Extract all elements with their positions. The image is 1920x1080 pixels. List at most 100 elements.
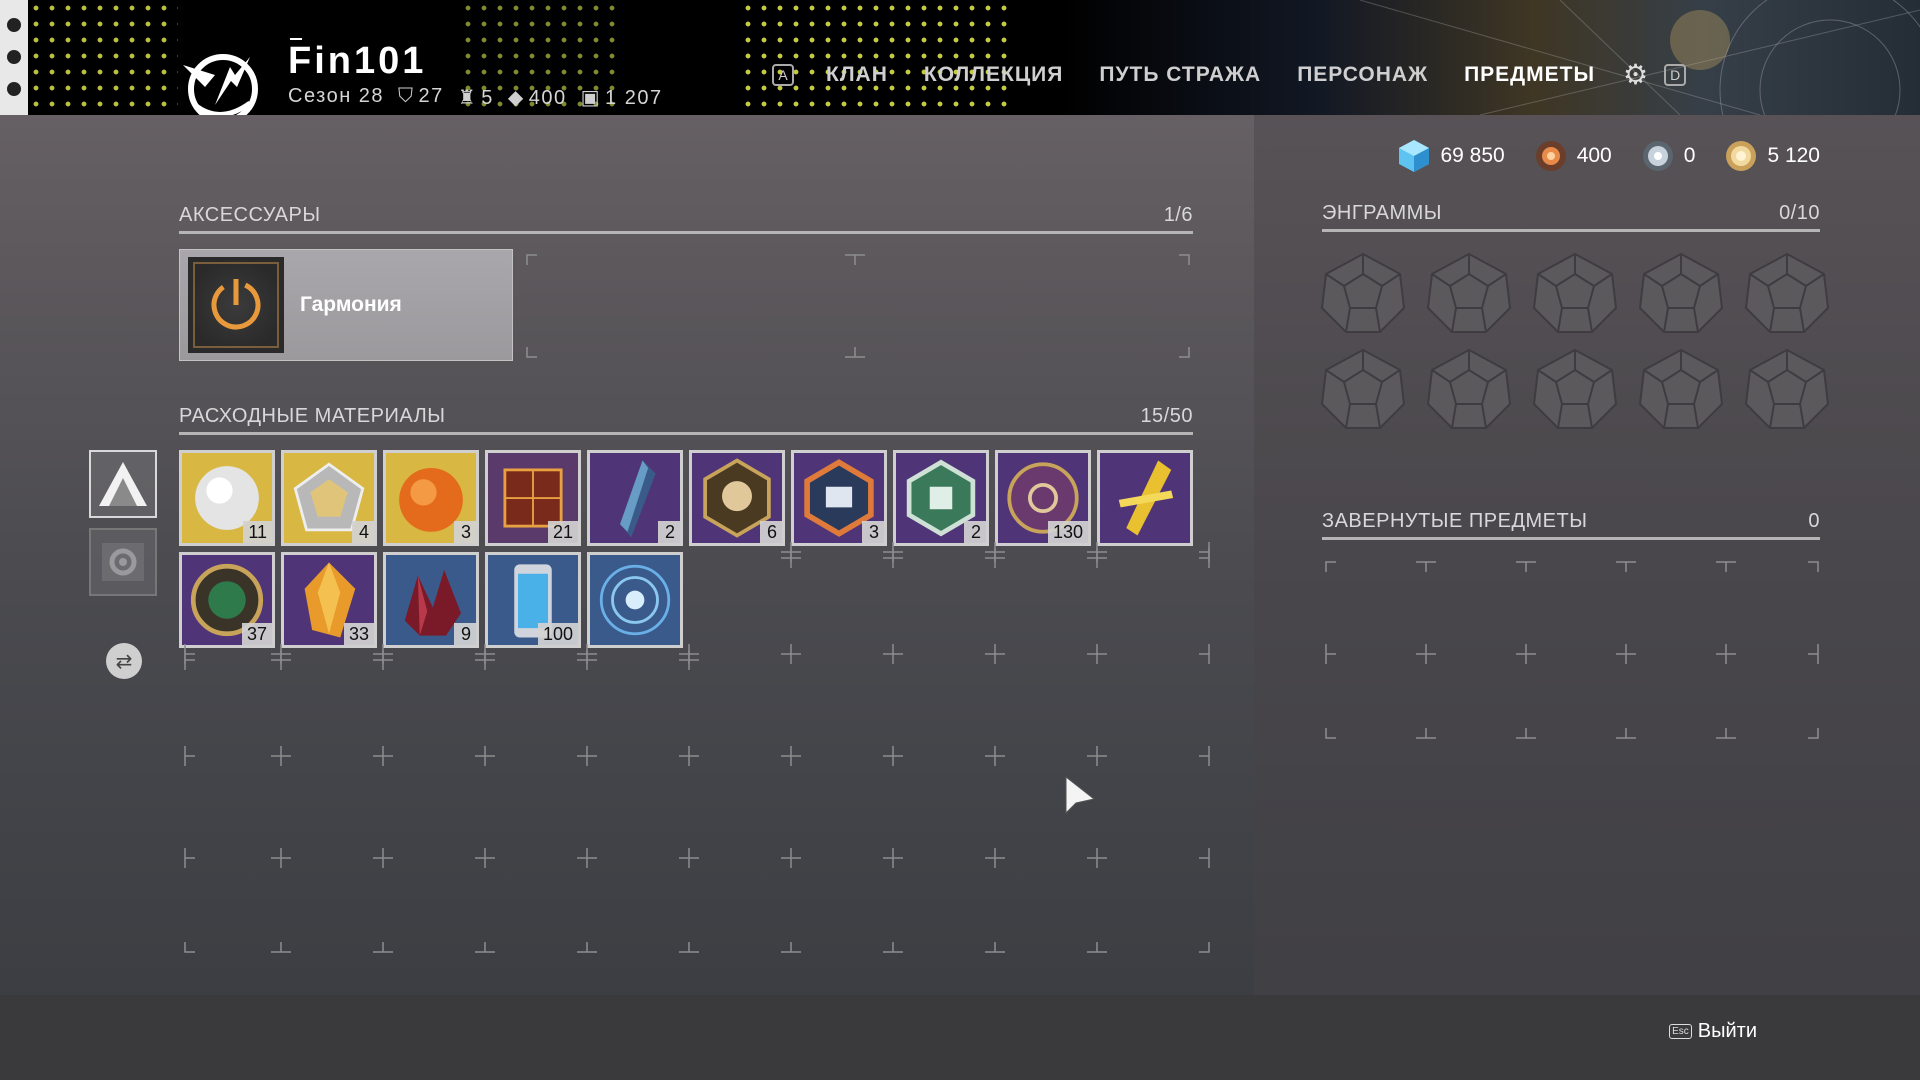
slot-corner-mark — [679, 848, 699, 868]
consumable-item[interactable] — [1097, 450, 1193, 546]
collection-score: ▣ 1 207 — [580, 87, 663, 109]
engram-icon — [1638, 348, 1724, 429]
slot-corner-mark — [271, 848, 291, 868]
engram-slot[interactable] — [1532, 348, 1618, 430]
tab-character[interactable]: ПЕРСОНАЖ — [1279, 63, 1446, 87]
slot-corner-mark — [1087, 942, 1107, 953]
power-icon: ◆ — [507, 87, 525, 109]
side-strip — [0, 0, 28, 115]
nav-prev-key[interactable]: A — [772, 63, 794, 86]
slot-corner-mark — [883, 942, 903, 953]
gold-coin-icon — [1726, 141, 1757, 171]
slot-corner-mark — [1716, 644, 1736, 664]
slot-corner-mark — [1325, 728, 1336, 739]
slot-corner-mark — [526, 254, 537, 265]
consumables-count: 15/50 — [1140, 405, 1193, 427]
slot-corner-mark — [1199, 548, 1210, 568]
engrams-title: ЭНГРАММЫ — [1322, 202, 1443, 224]
season-label: Сезон 28 — [288, 85, 385, 107]
slot-corner-mark — [781, 942, 801, 953]
engram-slot[interactable] — [1638, 348, 1724, 430]
item-count: 6 — [760, 521, 782, 543]
tab-clan[interactable]: КЛАН — [808, 63, 906, 87]
slot-corner-mark — [883, 848, 903, 868]
slot-corner-mark — [1199, 942, 1210, 953]
item-count: 33 — [343, 623, 374, 645]
slot-corner-mark — [475, 848, 495, 868]
transfer-icon[interactable]: ⇄ — [106, 643, 142, 679]
item-count: 11 — [243, 521, 272, 543]
slot-corner-mark — [781, 746, 801, 766]
slot-corner-mark — [1808, 728, 1819, 739]
item-count: 100 — [537, 623, 578, 645]
accessories-header: АКСЕССУАРЫ 1/6 — [179, 204, 1193, 234]
item-count: 2 — [658, 521, 680, 543]
item-count: 4 — [352, 521, 374, 543]
currency-glimmer: 69 850 — [1396, 138, 1505, 174]
consumable-item[interactable]: 21 — [485, 450, 581, 546]
engram-slot[interactable] — [1744, 252, 1830, 334]
slot-corner-mark — [883, 746, 903, 766]
player-stats: Сезон 28 ⛉ 27 ♜ 5 ◆ 400 ▣ 1 207 — [288, 85, 663, 110]
accessory-item[interactable]: Гармония — [179, 249, 513, 361]
engram-slot[interactable] — [1744, 348, 1830, 430]
slot-corner-mark — [1808, 561, 1819, 572]
item-count: 130 — [1047, 521, 1088, 543]
slot-corner-mark — [883, 644, 903, 664]
slot-corner-mark — [475, 942, 495, 953]
consumables-title: РАСХОДНЫЕ МАТЕРИАЛЫ — [179, 405, 446, 427]
engram-slot[interactable] — [1320, 348, 1406, 430]
engram-slot[interactable] — [1532, 252, 1618, 334]
consumable-item[interactable]: 100 — [485, 552, 581, 648]
top-bar: Fin101 Сезон 28 ⛉ 27 ♜ 5 ◆ 400 ▣ 1 207 A КЛА… — [0, 0, 1920, 115]
side-tab-modifications[interactable] — [89, 528, 157, 596]
slot-corner-mark — [184, 848, 195, 868]
tab-collection[interactable]: КОЛЛЕКЦИЯ — [906, 63, 1081, 87]
triumph-score: ♜ 5 — [457, 87, 494, 109]
slot-corner-mark — [1199, 746, 1210, 766]
currency-bright-dust: 400 — [1533, 138, 1612, 174]
engram-icon — [1532, 252, 1618, 333]
consumable-item[interactable]: 2 — [587, 450, 683, 546]
consumable-item[interactable]: 37 — [179, 552, 275, 648]
tab-guardian-path[interactable]: ПУТЬ СТРАЖА — [1081, 63, 1279, 87]
consumable-item[interactable]: 11 — [179, 450, 275, 546]
slot-corner-mark — [184, 746, 195, 766]
consumable-item[interactable] — [587, 552, 683, 648]
slot-corner-mark — [373, 848, 393, 868]
consumable-item[interactable]: 33 — [281, 552, 377, 648]
consumables-header: РАСХОДНЫЕ МАТЕРИАЛЫ 15/50 — [179, 405, 1193, 435]
gear-icon[interactable]: ⚙ — [1623, 58, 1648, 91]
slot-corner-mark — [184, 650, 195, 670]
consumable-item[interactable]: 2 — [893, 450, 989, 546]
slot-corner-mark — [1087, 848, 1107, 868]
slot-corner-mark — [271, 650, 291, 670]
decor-dots — [28, 0, 178, 115]
slot-corner-mark — [1416, 561, 1436, 572]
blue-cube-icon — [1399, 140, 1430, 172]
slot-corner-mark — [781, 644, 801, 664]
consumable-item[interactable]: 3 — [791, 450, 887, 546]
slot-corner-mark — [985, 746, 1005, 766]
slot-corner-mark — [1087, 644, 1107, 664]
slot-corner-mark — [1325, 644, 1336, 664]
engram-slot[interactable] — [1426, 348, 1512, 430]
engram-slot[interactable] — [1320, 252, 1406, 334]
exit-button[interactable]: Esc Выйти — [1669, 1020, 1757, 1043]
tab-items[interactable]: ПРЕДМЕТЫ — [1446, 63, 1613, 87]
slot-corner-mark — [1199, 644, 1210, 664]
engram-slot[interactable] — [1638, 252, 1724, 334]
item-count: 21 — [547, 521, 578, 543]
consumable-item[interactable]: 130 — [995, 450, 1091, 546]
side-tab-consumables[interactable] — [89, 450, 157, 518]
slot-corner-mark — [883, 548, 903, 568]
consumable-item[interactable]: 6 — [689, 450, 785, 546]
accessory-name: Гармония — [300, 293, 402, 316]
consumable-item[interactable]: 9 — [383, 552, 479, 648]
slot-corner-mark — [373, 650, 393, 670]
nav-next-key[interactable]: D — [1664, 63, 1687, 86]
engram-slot[interactable] — [1426, 252, 1512, 334]
slot-corner-mark — [781, 848, 801, 868]
consumable-item[interactable]: 3 — [383, 450, 479, 546]
consumable-item[interactable]: 4 — [281, 450, 377, 546]
